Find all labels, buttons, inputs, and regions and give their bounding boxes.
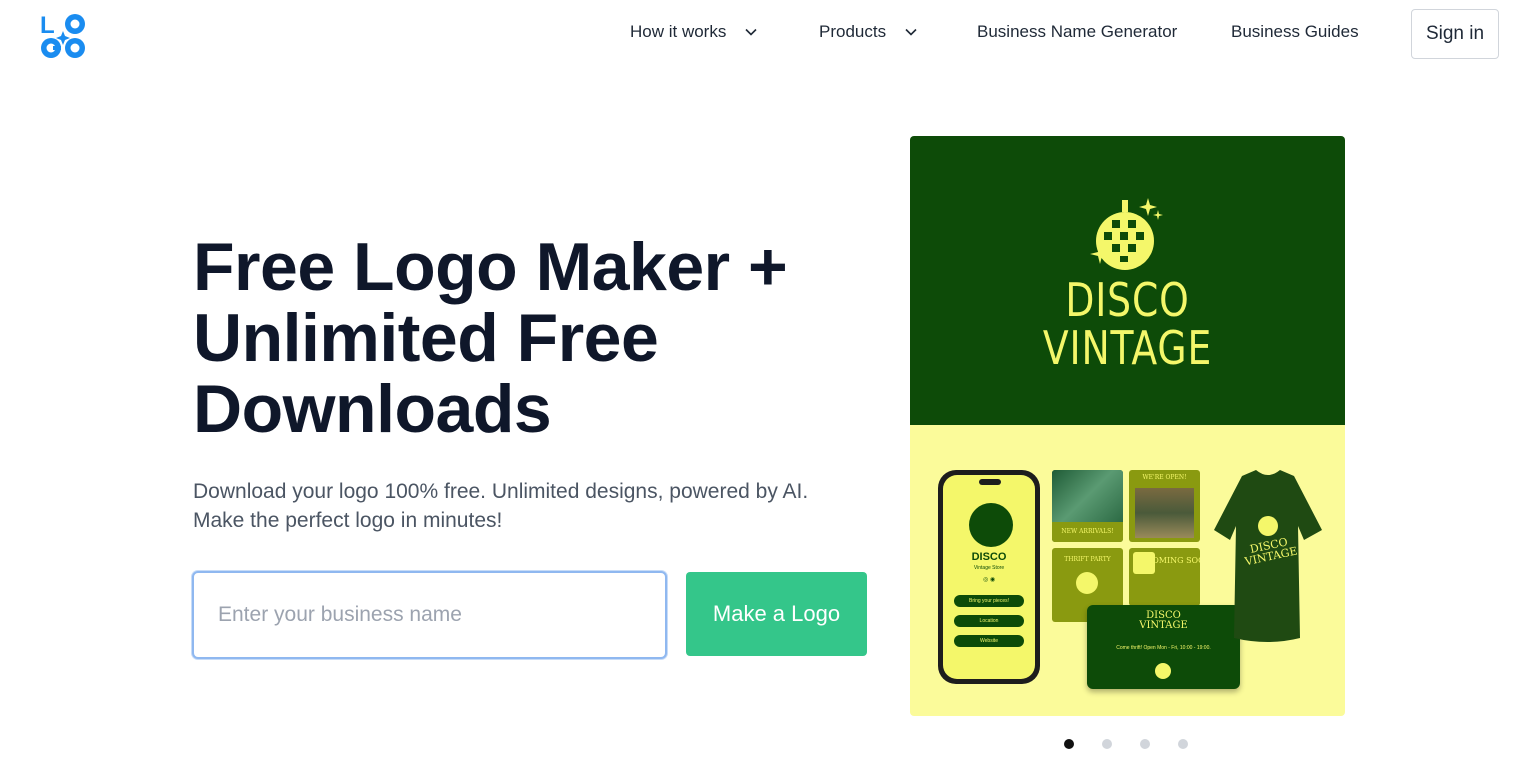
nav-business-guides-label: Business Guides (1231, 22, 1359, 41)
showcase-image: DISCO VINTAGE DISCO Vintage Store ◎ ◉ Br… (910, 136, 1345, 716)
phone-mockup: DISCO Vintage Store ◎ ◉ Bring your piece… (938, 470, 1040, 684)
tile-label: COMING SOON! (1146, 556, 1200, 565)
phone-brand-sub: Vintage Store (973, 565, 1005, 571)
phone-button-2: Location (954, 615, 1024, 627)
disco-ball-icon (1076, 572, 1098, 594)
phone-button-3: Website (954, 635, 1024, 647)
showcase-brand-name: DISCO VINTAGE (949, 276, 1306, 372)
disco-ball-icon (1155, 663, 1171, 679)
carousel-dot-1[interactable] (1064, 739, 1074, 749)
nav-products[interactable]: Products (819, 22, 918, 42)
business-name-input[interactable] (192, 571, 667, 659)
tile-were-open: WE'RE OPEN! (1129, 470, 1200, 542)
phone-brand: DISCO (971, 551, 1007, 563)
hero-subtext: Download your logo 100% free. Unlimited … (193, 480, 809, 532)
carousel-dot-3[interactable] (1140, 739, 1150, 749)
tile-label: NEW ARRIVALS! (1061, 528, 1114, 535)
headline-line-2: Unlimited Free (193, 300, 659, 376)
phone-button-1: Bring your pieces! (954, 595, 1024, 607)
carousel-dots (1064, 739, 1188, 749)
headline-line-1: Free Logo Maker + (193, 229, 788, 305)
phone-notch (979, 479, 1001, 485)
brand-line-1: DISCO (1065, 273, 1190, 327)
nav-business-name-generator-label: Business Name Generator (977, 22, 1178, 41)
phone-screen: DISCO Vintage Store ◎ ◉ Bring your piece… (943, 475, 1035, 679)
top-nav: How it works Products Business Name Gene… (0, 0, 1534, 68)
brand-line-2: VINTAGE (1042, 321, 1213, 375)
nav-business-name-generator[interactable]: Business Name Generator (977, 22, 1177, 42)
tile-coming-soon: COMING SOON! (1129, 548, 1200, 606)
tile-label: WE'RE OPEN! (1142, 474, 1187, 481)
nav-products-label: Products (819, 22, 887, 41)
disco-ball-icon (1090, 198, 1163, 270)
nav-how-it-works-label: How it works (630, 22, 727, 41)
nav-how-it-works[interactable]: How it works (630, 22, 758, 42)
make-a-logo-button[interactable]: Make a Logo (686, 572, 867, 656)
tile-new-arrivals: NEW ARRIVALS! (1052, 470, 1123, 542)
carousel-dot-2[interactable] (1102, 739, 1112, 749)
phone-logo-circle (969, 503, 1013, 547)
headline-line-3: Downloads (193, 371, 552, 447)
tile-photo (1052, 470, 1123, 522)
carousel-dot-4[interactable] (1178, 739, 1188, 749)
chevron-down-icon (745, 28, 757, 36)
tile-label: THRIFT PARTY (1064, 556, 1111, 563)
chevron-down-icon (905, 28, 917, 36)
tile-photo (1135, 488, 1194, 538)
nav-business-guides[interactable]: Business Guides (1231, 22, 1359, 42)
hero-headline: Free Logo Maker + Unlimited Free Downloa… (193, 232, 883, 445)
social-icons: ◎ ◉ (983, 577, 996, 583)
sign-in-button[interactable]: Sign in (1411, 9, 1499, 59)
